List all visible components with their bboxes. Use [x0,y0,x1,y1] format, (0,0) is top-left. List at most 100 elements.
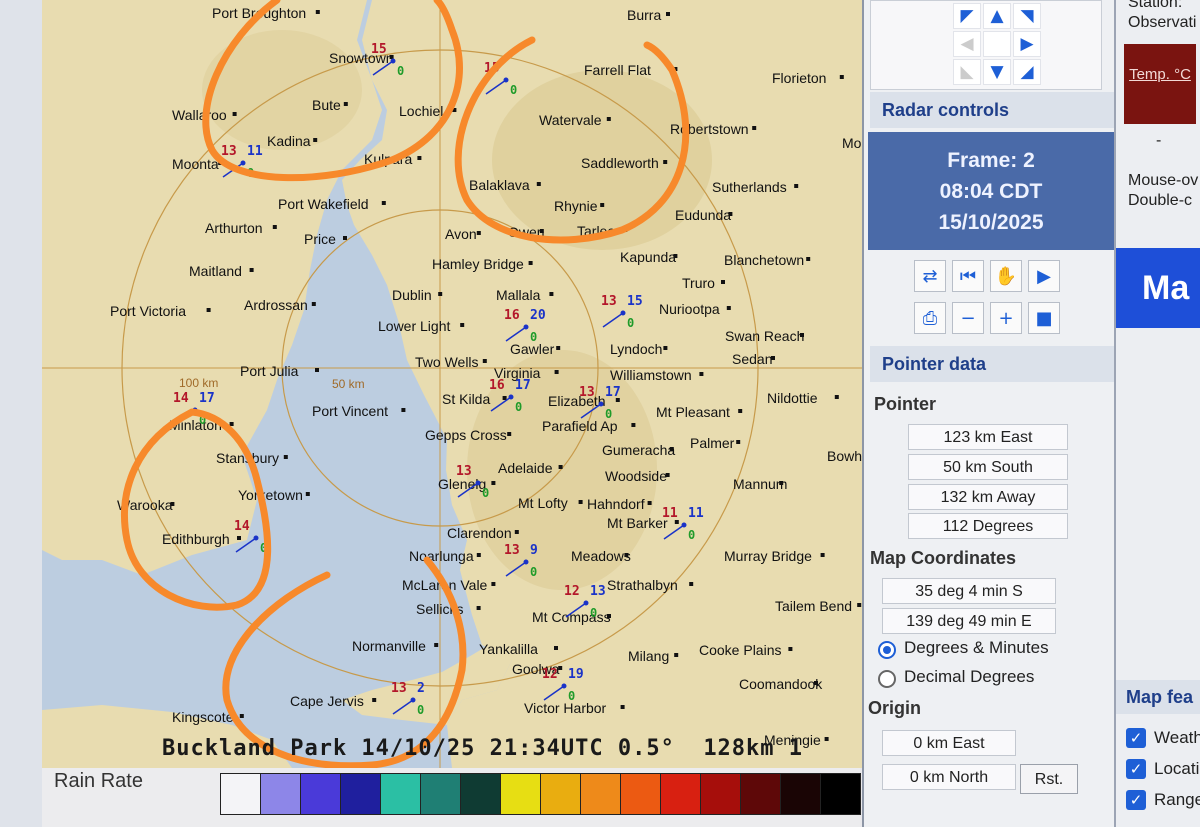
place-dot [556,346,561,350]
place-dot [536,182,541,186]
station-temperature: 16 [504,308,520,323]
place-marker: Two Wells [415,354,487,370]
place-label: Eudunda [675,207,731,223]
degrees-minutes-label: Degrees & Minutes [904,638,1049,657]
place-dot [554,370,559,374]
place-dot [665,473,670,477]
station-label: Station: [1128,0,1183,11]
place-marker: Sedan [732,351,775,367]
place-dot [372,698,377,702]
rain-rate-swatch [701,774,741,814]
weather-checkbox[interactable]: ✓ [1126,728,1146,748]
place-marker: Gepps Cross [425,427,512,443]
rain-rate-swatch [661,774,701,814]
pan-north-west-icon[interactable]: ◤ [953,3,981,29]
place-dot [814,681,818,685]
place-marker: Gumeracha [602,442,675,458]
pan-north-icon[interactable]: ▲ [983,3,1011,29]
place-dot [663,346,668,350]
place-marker: Williamstown [610,367,704,383]
station-temperature: 12 [542,667,558,682]
place-dot [771,356,775,360]
place-label: Farrell Flat [584,62,651,78]
place-dot [237,536,241,540]
place-marker: Mannum [733,476,787,492]
place-marker: Sutherlands [712,179,799,195]
rain-rate-swatch [421,774,461,814]
rain-rate-swatch [501,774,541,814]
pointer-data-heading: Pointer data [870,346,1114,382]
range-ring-label: 100 km [179,376,218,390]
toggle-loop-button[interactable]: ⇄ [914,260,946,292]
place-dot [857,603,862,607]
place-label: Saddleworth [581,155,659,171]
place-dot [239,714,244,718]
frame-date: 15/10/2025 [938,211,1044,234]
pan-south-east-icon[interactable]: ◢ [1013,59,1041,85]
place-dot [824,737,829,741]
weather-checkbox-label: Weath [1154,728,1200,747]
place-dot [779,481,784,485]
longitude-readout: 139 deg 49 min E [882,608,1056,634]
place-dot [491,582,496,586]
station-rain: 0 [417,703,424,717]
pan-north-east-icon[interactable]: ◥ [1013,3,1041,29]
range-checkbox[interactable]: ✓ [1126,790,1146,810]
print-button[interactable]: ⎙ [914,302,946,334]
place-label: Watervale [539,112,602,128]
pan-west-icon[interactable]: ◀ [953,31,981,57]
place-marker: Palmer [690,435,741,451]
stop-button[interactable]: ■ [1028,302,1060,334]
place-marker: Woodside [605,468,670,484]
pan-east-icon[interactable]: ▶ [1013,31,1041,57]
place-label: Port Vincent [312,403,388,419]
reset-button[interactable]: Rst. [1020,764,1078,794]
rain-rate-swatch [221,774,261,814]
window-left-edge [0,0,43,827]
place-dot [272,225,277,229]
place-dot [311,302,316,306]
pan-centre[interactable] [983,31,1011,57]
radar-map[interactable]: 100 km 50 km Port Broughton Burra Snowtown F… [42,0,862,768]
place-dot [283,455,288,459]
next-frame-button[interactable]: ▶ [1028,260,1060,292]
degrees-minutes-radio[interactable] [878,641,896,659]
temperature-value: - [1156,132,1162,149]
place-dot [620,705,625,709]
station-rain: 0 [590,606,597,620]
pan-south-icon[interactable]: ▼ [983,59,1011,85]
place-dot [434,643,439,647]
map-button[interactable]: Ma [1116,248,1200,328]
radar-map-canvas[interactable]: 100 km 50 km Port Broughton BurraSnowtownF… [42,0,862,768]
pan-south-west-icon[interactable]: ◣ [953,59,981,85]
locations-checkbox[interactable]: ✓ [1126,759,1146,779]
pan-hand-button[interactable]: ✋ [990,260,1022,292]
origin-label: Origin [868,698,921,718]
origin-north-readout: 0 km North [882,764,1016,790]
first-frame-button[interactable]: ⏮ [952,260,984,292]
place-label: Mt Lofty [518,495,568,511]
station-temperature: 14 [173,391,189,406]
decimal-degrees-radio[interactable] [878,670,896,688]
station-rain: 0 [627,316,634,330]
place-label: Wallaroo [172,107,227,123]
zoom-out-button[interactable]: − [952,302,984,334]
place-label: Meadows [571,548,631,564]
temperature-cell[interactable]: Temp. °C [1124,44,1196,124]
rain-rate-swatch [741,774,781,814]
zoom-in-button[interactable]: + [990,302,1022,334]
station-wind-speed: 11 [247,144,263,159]
station-rain: 0 [568,689,575,703]
range-ring-label: 50 km [332,377,365,391]
place-label: Normanville [352,638,426,654]
pointer-bearing: 112 Degrees [908,513,1068,539]
place-marker: Eudunda [675,207,733,223]
place-dot [606,117,611,121]
place-label: Yorketown [238,487,303,503]
place-label: Morgan [842,135,862,151]
rain-rate-swatch [541,774,581,814]
place-dot [607,614,611,618]
rain-rate-swatch [621,774,661,814]
place-dot [788,647,793,651]
place-label: Arthurton [205,220,263,236]
